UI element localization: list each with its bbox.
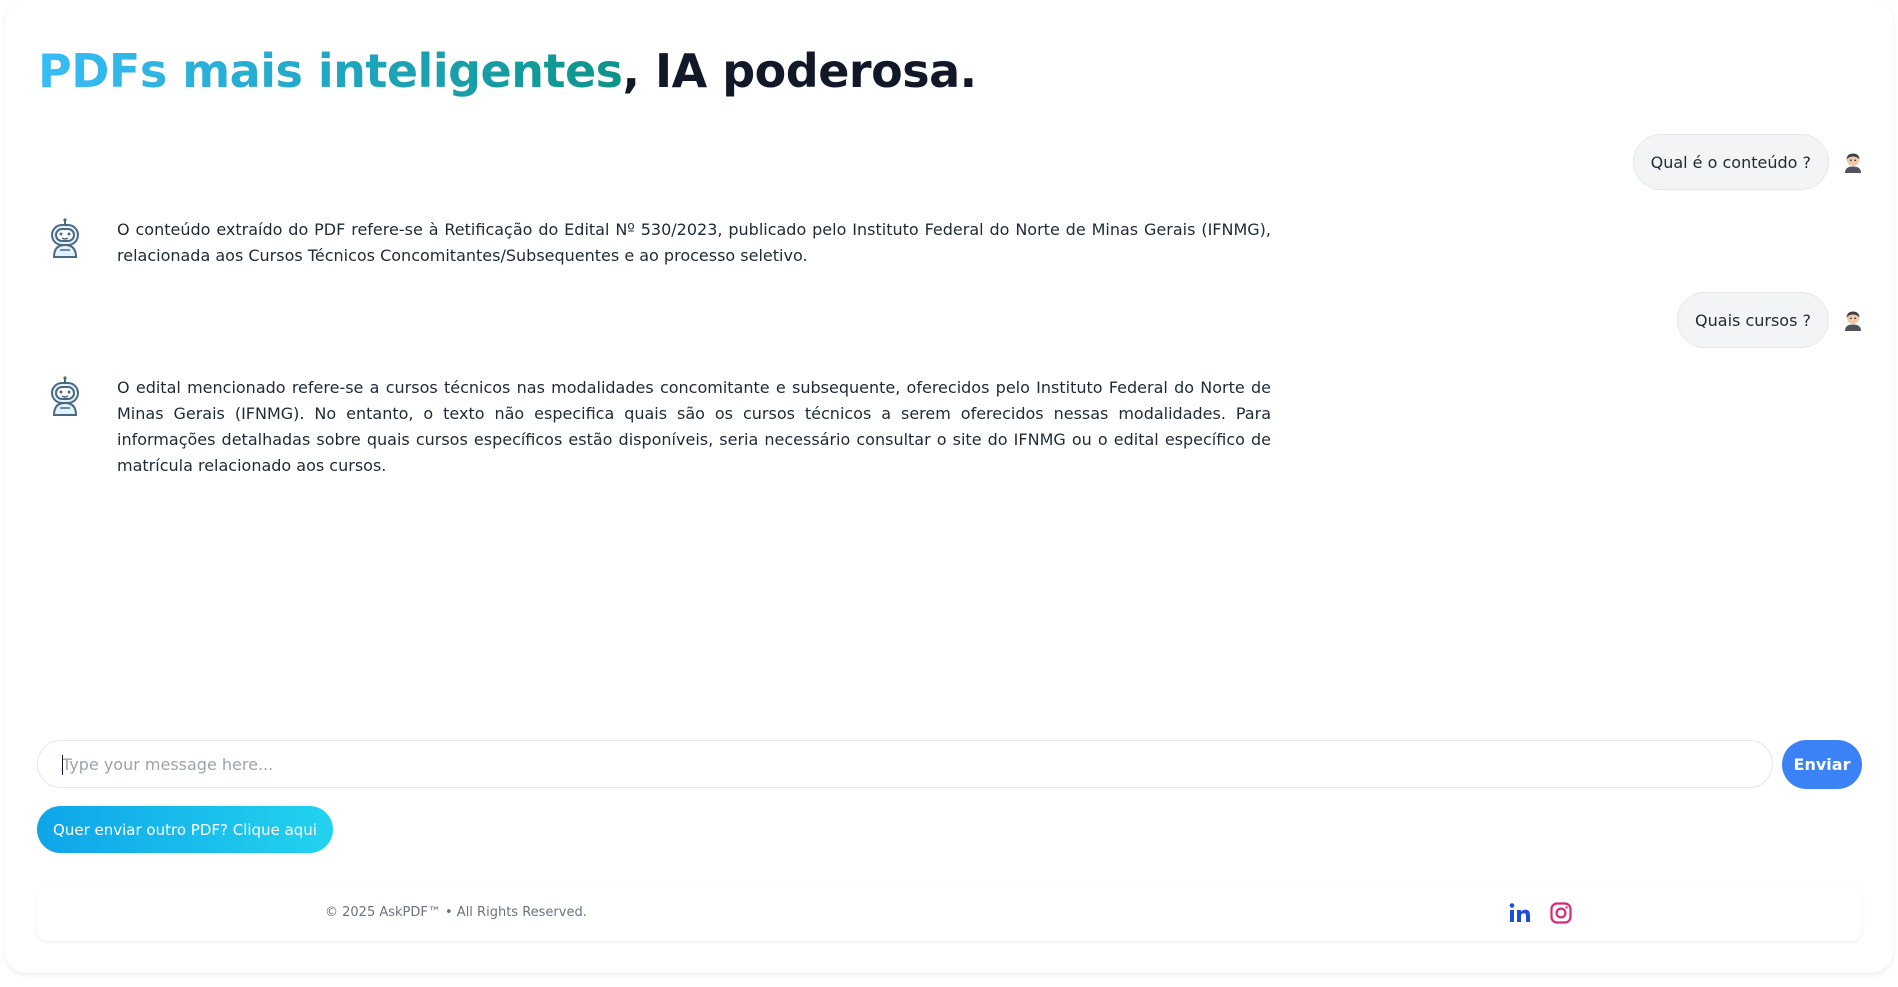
page-title-rest: , IA poderosa. <box>622 44 978 98</box>
user-avatar-icon <box>1845 153 1861 173</box>
send-button[interactable]: Enviar <box>1782 740 1862 789</box>
user-avatar-icon <box>1845 311 1861 331</box>
app-page: PDFs mais inteligentes, IA poderosa. Qua… <box>0 0 1898 987</box>
text-caret <box>62 755 63 775</box>
page-title-highlight: PDFs mais inteligentes <box>38 44 623 98</box>
linkedin-icon[interactable] <box>1508 901 1532 925</box>
user-message: Qual é o conteúdo ? <box>1632 134 1864 190</box>
user-message-bubble: Quais cursos ? <box>1677 292 1829 348</box>
robot-icon <box>51 376 79 416</box>
robot-icon <box>51 218 79 258</box>
instagram-icon[interactable] <box>1549 901 1573 925</box>
message-input[interactable] <box>38 741 1772 787</box>
page-title: PDFs mais inteligentes, IA poderosa. <box>38 38 977 104</box>
bot-message: O conteúdo extraído do PDF refere-se à R… <box>46 217 1271 269</box>
bot-message-text: O conteúdo extraído do PDF refere-se à R… <box>117 220 1271 265</box>
message-input-wrapper <box>37 740 1773 788</box>
user-message-bubble: Qual é o conteúdo ? <box>1632 134 1829 190</box>
footer-copyright: © 2025 AskPDF™ • All Rights Reserved. <box>325 905 587 920</box>
footer: © 2025 AskPDF™ • All Rights Reserved. <box>37 886 1862 941</box>
upload-another-pdf-button[interactable]: Quer enviar outro PDF? Clique aqui <box>37 806 333 853</box>
user-message: Quais cursos ? <box>1677 292 1864 348</box>
bot-message-text: O edital mencionado refere-se a cursos t… <box>117 378 1271 475</box>
bot-message: O edital mencionado refere-se a cursos t… <box>46 375 1271 479</box>
